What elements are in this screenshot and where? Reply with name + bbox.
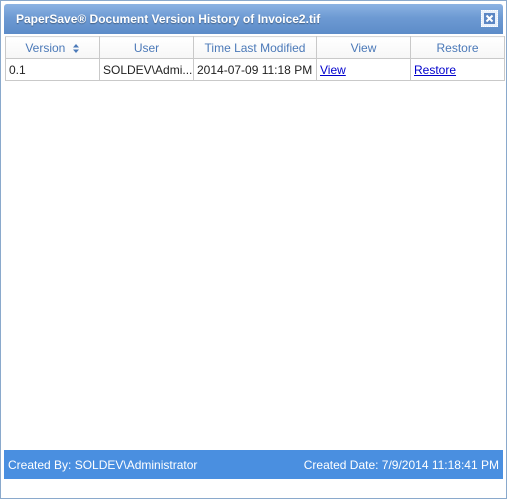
version-grid: Version User Time Last Modified View Res…: [5, 36, 505, 81]
table-row[interactable]: 0.1 SOLDEV\Admi... 2014-07-09 11:18 PM V…: [5, 58, 505, 81]
view-link[interactable]: View: [320, 63, 346, 77]
dialog-title: PaperSave® Document Version History of I…: [16, 12, 321, 26]
restore-link[interactable]: Restore: [414, 63, 456, 77]
created-date-text: Created Date: 7/9/2014 11:18:41 PM: [303, 458, 499, 472]
cell-version: 0.1: [5, 58, 100, 81]
cell-user: SOLDEV\Admi...: [99, 58, 194, 81]
version-history-dialog: PaperSave® Document Version History of I…: [0, 0, 507, 499]
column-header-user[interactable]: User: [99, 36, 194, 59]
close-button[interactable]: [481, 10, 498, 27]
column-header-view[interactable]: View: [316, 36, 411, 59]
close-icon: [484, 13, 495, 24]
column-header-version[interactable]: Version: [5, 36, 100, 59]
dialog-titlebar[interactable]: PaperSave® Document Version History of I…: [4, 4, 503, 34]
created-by-text: Created By: SOLDEV\Administrator: [8, 458, 198, 472]
sort-updown-icon[interactable]: [72, 43, 80, 54]
cell-time-last-modified: 2014-07-09 11:18 PM: [193, 58, 317, 81]
dialog-footer: Created By: SOLDEV\Administrator Created…: [4, 450, 503, 479]
cell-view: View: [316, 58, 411, 81]
column-header-restore[interactable]: Restore: [410, 36, 505, 59]
column-header-label: Version: [25, 40, 66, 55]
grid-header-row: Version User Time Last Modified View Res…: [5, 36, 505, 59]
column-header-time-last-modified[interactable]: Time Last Modified: [193, 36, 317, 59]
cell-restore: Restore: [410, 58, 505, 81]
